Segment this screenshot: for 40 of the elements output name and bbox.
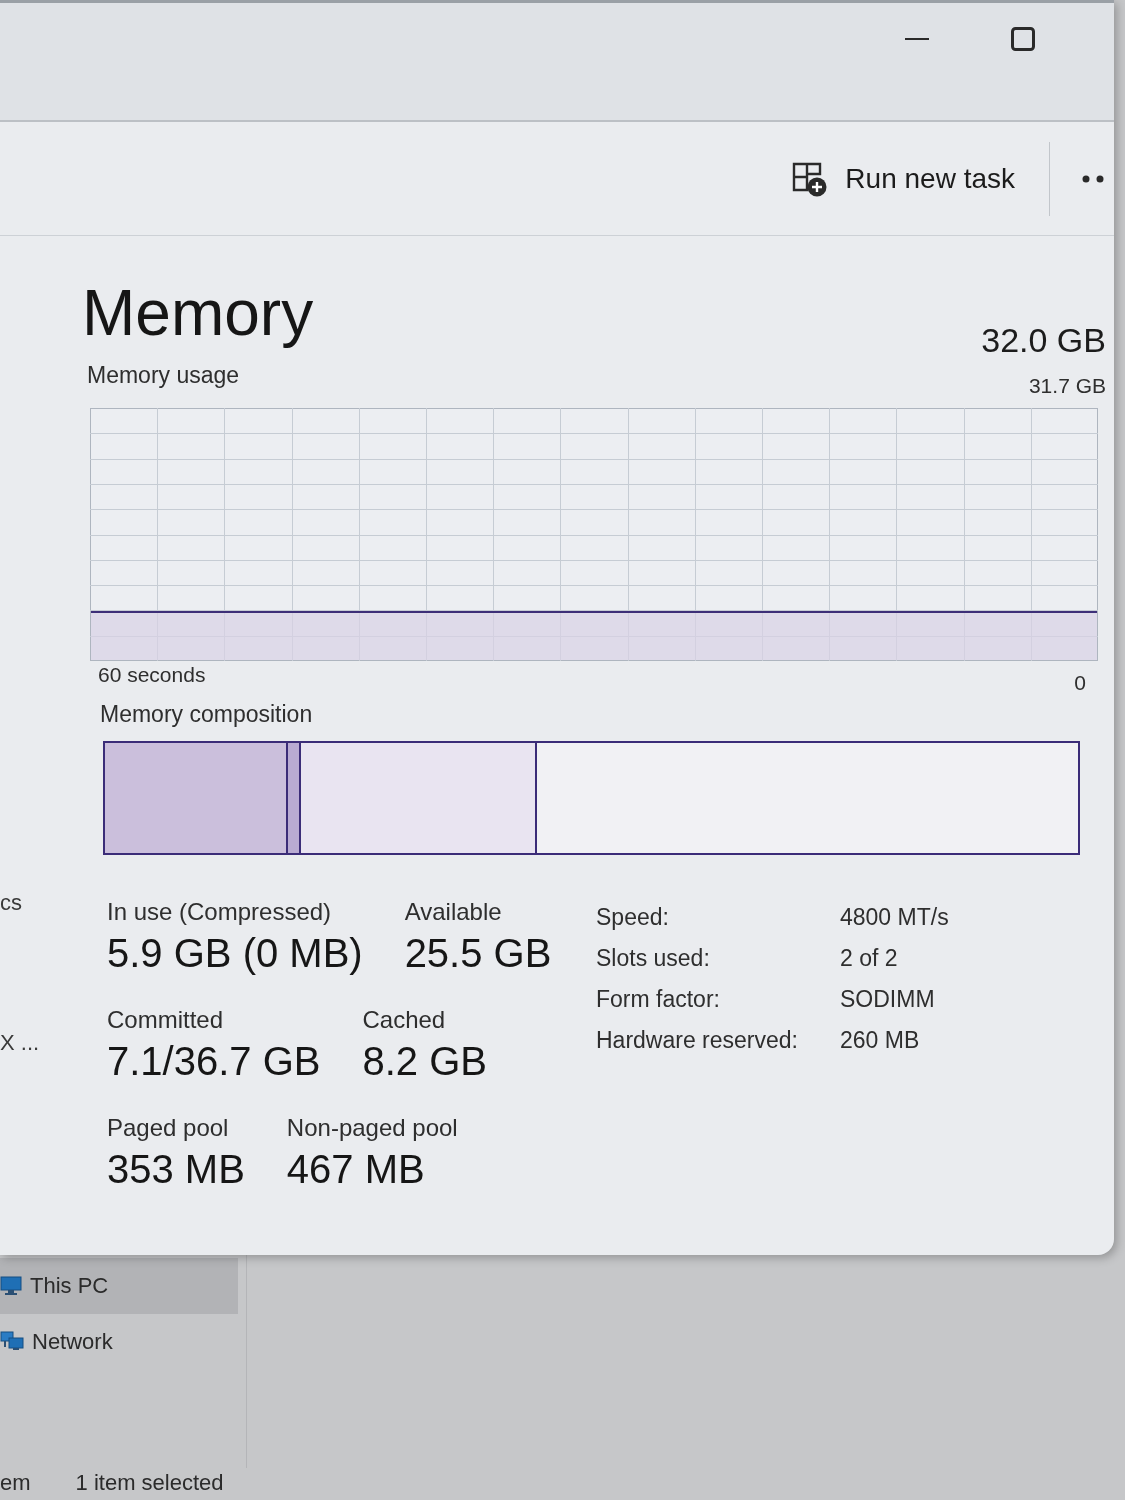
status-text: em bbox=[0, 1469, 31, 1497]
stat-label: Committed bbox=[107, 1005, 225, 1035]
sidebar-item[interactable]: cs bbox=[0, 888, 62, 918]
stat-label: Available bbox=[404, 897, 503, 927]
stat-label: Cached bbox=[362, 1005, 447, 1035]
detail-value: 2 of 2 bbox=[840, 944, 899, 973]
detail-label: Slots used: bbox=[596, 944, 711, 973]
nav-item[interactable]: Network bbox=[0, 1314, 238, 1370]
graph-label: Memory usage bbox=[87, 361, 240, 390]
nav-item[interactable]: This PC bbox=[0, 1258, 238, 1314]
detail-value: SODIMM bbox=[840, 985, 936, 1014]
monitor-icon bbox=[0, 1276, 22, 1296]
more-icon bbox=[1082, 174, 1104, 183]
stat-value: 7.1/36.7 GB bbox=[107, 1038, 321, 1085]
detail-value: 260 MB bbox=[840, 1026, 921, 1055]
stat-label: Paged pool bbox=[107, 1113, 230, 1143]
stat-value: 353 MB bbox=[107, 1146, 245, 1193]
stat-label: In use (Compressed) bbox=[107, 897, 333, 927]
stat-label: Non-paged pool bbox=[286, 1113, 458, 1143]
axis-max-label: 31.7 GB bbox=[1028, 373, 1106, 399]
stat-value: 467 MB bbox=[286, 1146, 426, 1193]
stat-value: 5.9 GB (0 MB) bbox=[107, 930, 363, 977]
composition-label: Memory composition bbox=[100, 700, 314, 729]
stat-value: 8.2 GB bbox=[362, 1038, 487, 1085]
status-text: 1 item selected bbox=[75, 1469, 224, 1497]
stat-value: 25.5 GB bbox=[404, 930, 552, 977]
detail-value: 4800 MT/s bbox=[840, 903, 949, 932]
detail-label: Hardware reserved: bbox=[596, 1026, 799, 1055]
minimize-icon bbox=[905, 37, 929, 41]
run-task-icon bbox=[791, 160, 828, 197]
sidebar-item[interactable]: X ... bbox=[0, 1028, 62, 1058]
maximize-icon bbox=[1011, 27, 1035, 51]
detail-label: Speed: bbox=[596, 903, 670, 932]
run-new-task-button[interactable]: Run new task bbox=[781, 154, 1025, 203]
page-title: Memory bbox=[82, 276, 314, 350]
network-icon bbox=[0, 1331, 24, 1353]
total-memory: 32.0 GB bbox=[981, 320, 1106, 361]
time-span-label: 60 seconds bbox=[98, 662, 206, 688]
detail-label: Form factor: bbox=[596, 985, 721, 1014]
axis-min-label: 0 bbox=[1074, 670, 1086, 696]
